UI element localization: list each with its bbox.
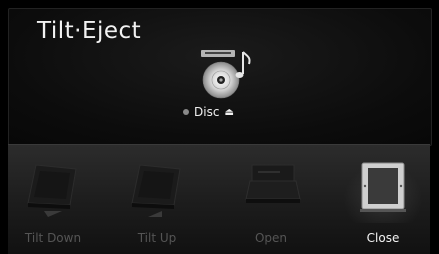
- page-title: Tilt·Eject: [37, 18, 142, 44]
- disc-label: Disc: [194, 105, 220, 119]
- disc-indicator-icon: [183, 109, 189, 115]
- close-button[interactable]: Close: [338, 145, 428, 254]
- tilt-down-icon: [27, 164, 77, 217]
- tilt-up-button[interactable]: Tilt Up: [112, 145, 202, 254]
- close-icon: [360, 162, 406, 212]
- disc-status: Disc ⏏: [183, 104, 234, 120]
- tilt-up-label: Tilt Up: [137, 231, 177, 245]
- music-disc-icon: [201, 50, 251, 99]
- eject-icon: ⏏: [224, 106, 234, 118]
- action-bar: Tilt Down Tilt Up Open Close: [8, 144, 430, 254]
- open-label: Open: [254, 231, 288, 245]
- tilt-down-label: Tilt Down: [24, 231, 82, 245]
- tilt-down-button[interactable]: Tilt Down: [8, 145, 98, 254]
- open-icon: [245, 164, 301, 203]
- close-label: Close: [366, 231, 400, 245]
- open-button[interactable]: Open: [226, 145, 316, 254]
- tilt-eject-screen: Tilt·Eject Disc ⏏ Tilt Down Tilt Up Open…: [0, 0, 439, 254]
- tilt-up-icon: [131, 164, 181, 217]
